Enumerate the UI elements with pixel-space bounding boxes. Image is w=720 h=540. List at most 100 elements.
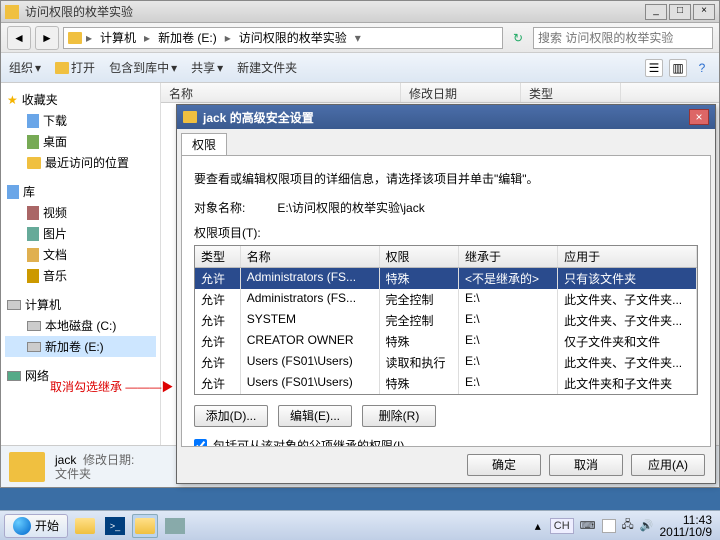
sidebar-item-pictures[interactable]: 图片	[5, 223, 156, 244]
download-icon	[27, 114, 39, 128]
table-row[interactable]: 允许SYSTEM完全控制E:\此文件夹、子文件夹...	[195, 310, 697, 331]
maximize-button[interactable]: □	[669, 4, 691, 20]
sidebar-libraries[interactable]: 库	[5, 181, 156, 202]
object-label: 对象名称:	[194, 199, 274, 216]
windows-orb-icon	[13, 517, 31, 535]
sidebar-computer[interactable]: 计算机	[5, 294, 156, 315]
breadcrumb-seg[interactable]: 新加卷 (E:)	[154, 28, 221, 47]
folder-icon	[5, 5, 19, 19]
star-icon: ★	[7, 93, 18, 107]
arrow-icon: ———▶	[122, 380, 173, 394]
keyboard-icon[interactable]: ⌨	[580, 519, 596, 532]
open-button[interactable]: 打开	[55, 59, 95, 76]
table-row[interactable]: 允许CREATOR OWNER特殊E:\仅子文件夹和文件	[195, 331, 697, 352]
titlebar[interactable]: 访问权限的枚举实验 _ □ ×	[1, 1, 719, 23]
minimize-button[interactable]: _	[645, 4, 667, 20]
action-center-icon[interactable]	[602, 519, 616, 533]
object-value: E:\访问权限的枚举实验\jack	[277, 201, 424, 215]
add-button[interactable]: 添加(D)...	[194, 405, 268, 427]
folder-icon	[68, 32, 82, 44]
folder-icon	[183, 111, 197, 123]
taskbar-powershell[interactable]: >_	[102, 514, 128, 538]
window-title: 访问权限的枚举实验	[25, 3, 645, 20]
new-folder-button[interactable]: 新建文件夹	[237, 59, 297, 76]
sidebar-item-videos[interactable]: 视频	[5, 202, 156, 223]
col-date[interactable]: 修改日期	[401, 83, 521, 102]
breadcrumb-seg[interactable]: 计算机	[96, 28, 140, 47]
taskbar-app[interactable]	[162, 514, 188, 538]
table-row[interactable]: 允许Administrators (FS...完全控制E:\此文件夹、子文件夹.…	[195, 289, 697, 310]
inherit-checkbox[interactable]	[194, 439, 207, 447]
dialog-titlebar[interactable]: jack 的高级安全设置 ×	[177, 105, 715, 129]
sidebar-item-documents[interactable]: 文档	[5, 244, 156, 265]
sound-icon[interactable]: 🔊	[640, 519, 654, 532]
status-meta-label: 修改日期:	[83, 453, 134, 467]
drive-icon	[27, 321, 41, 331]
help-button[interactable]: ?	[693, 59, 711, 77]
sidebar-favorites[interactable]: ★收藏夹	[5, 89, 156, 110]
organize-menu[interactable]: 组织 ▾	[9, 59, 41, 76]
share-menu[interactable]: 共享 ▾	[191, 59, 223, 76]
include-menu[interactable]: 包含到库中 ▾	[109, 59, 177, 76]
table-row[interactable]: 允许Users (FS01\Users)特殊E:\此文件夹和子文件夹	[195, 373, 697, 394]
sidebar-item-drive-e[interactable]: 新加卷 (E:)	[5, 336, 156, 357]
status-name: jack	[55, 453, 76, 467]
sidebar: ★收藏夹 下载 桌面 最近访问的位置 库 视频 图片 文档 音乐 计算机 本地磁…	[1, 83, 161, 487]
taskbar-explorer-active[interactable]	[132, 514, 158, 538]
col-type[interactable]: 类型	[521, 83, 621, 102]
close-button[interactable]: ×	[693, 4, 715, 20]
clock[interactable]: 11:43 2011/10/9	[660, 514, 713, 538]
close-button[interactable]: ×	[689, 109, 709, 125]
col-name[interactable]: 名称	[161, 83, 401, 102]
cancel-button[interactable]: 取消	[549, 454, 623, 476]
computer-icon	[7, 300, 21, 310]
sidebar-item-desktop[interactable]: 桌面	[5, 131, 156, 152]
network-icon[interactable]: 🖧	[622, 516, 634, 535]
chevron-right-icon[interactable]: ▸	[144, 31, 150, 45]
view-options-button[interactable]: ☰	[645, 59, 663, 77]
sidebar-item-recent[interactable]: 最近访问的位置	[5, 152, 156, 173]
remove-button[interactable]: 删除(R)	[362, 405, 436, 427]
preview-pane-button[interactable]: ▥	[669, 59, 687, 77]
table-row[interactable]: 允许Users (FS01\Users)读取和执行E:\此文件夹、子文件夹...	[195, 352, 697, 373]
tray-overflow-button[interactable]: ▴	[532, 520, 544, 532]
sidebar-item-music[interactable]: 音乐	[5, 265, 156, 286]
column-header[interactable]: 名称 修改日期 类型	[161, 83, 719, 103]
address-bar[interactable]: ▸ 计算机 ▸ 新加卷 (E:) ▸ 访问权限的枚举实验 ▾	[63, 27, 503, 49]
forward-button[interactable]: ►	[35, 26, 59, 50]
powershell-icon: >_	[105, 517, 125, 535]
app-icon	[165, 518, 185, 534]
back-button[interactable]: ◄	[7, 26, 31, 50]
edit-button[interactable]: 编辑(E)...	[278, 405, 352, 427]
toolbar: 组织 ▾ 打开 包含到库中 ▾ 共享 ▾ 新建文件夹 ☰ ▥ ?	[1, 53, 719, 83]
tab-permissions[interactable]: 权限	[181, 133, 227, 155]
start-button[interactable]: 开始	[4, 514, 68, 538]
desktop-icon	[27, 135, 39, 149]
permission-table: 类型 名称 权限 继承于 应用于 允许Administrators (FS...…	[194, 245, 698, 395]
breadcrumb-seg[interactable]: 访问权限的枚举实验	[235, 28, 351, 47]
chevron-right-icon[interactable]: ▸	[225, 31, 231, 45]
status-type: 文件夹	[55, 467, 134, 481]
permission-header[interactable]: 类型 名称 权限 继承于 应用于	[195, 246, 697, 268]
search-input[interactable]	[533, 27, 713, 49]
refresh-button[interactable]: ↻	[507, 27, 529, 49]
folder-icon	[135, 518, 155, 534]
table-row[interactable]: 允许Administrators (FS...特殊<不是继承的>只有该文件夹	[195, 268, 697, 289]
inherit-checkbox-row: 包括可从该对象的父项继承的权限(I)	[194, 437, 698, 447]
sidebar-item-drive-c[interactable]: 本地磁盘 (C:)	[5, 315, 156, 336]
ok-button[interactable]: 确定	[467, 454, 541, 476]
apply-button[interactable]: 应用(A)	[631, 454, 705, 476]
security-dialog: jack 的高级安全设置 × 权限 要查看或编辑权限项目的详细信息，请选择该项目…	[176, 104, 716, 484]
sidebar-item-downloads[interactable]: 下载	[5, 110, 156, 131]
video-icon	[27, 206, 39, 220]
perm-list-label: 权限项目(T):	[194, 224, 698, 241]
chevron-down-icon[interactable]: ▾	[355, 31, 361, 45]
tab-strip: 权限	[177, 129, 715, 155]
taskbar-explorer[interactable]	[72, 514, 98, 538]
folder-icon	[9, 452, 45, 482]
chevron-right-icon[interactable]: ▸	[86, 31, 92, 45]
document-icon	[27, 248, 39, 262]
dialog-title: jack 的高级安全设置	[203, 109, 683, 126]
dialog-intro: 要查看或编辑权限项目的详细信息，请选择该项目并单击"编辑"。	[194, 170, 698, 187]
language-button[interactable]: CH	[550, 518, 574, 534]
